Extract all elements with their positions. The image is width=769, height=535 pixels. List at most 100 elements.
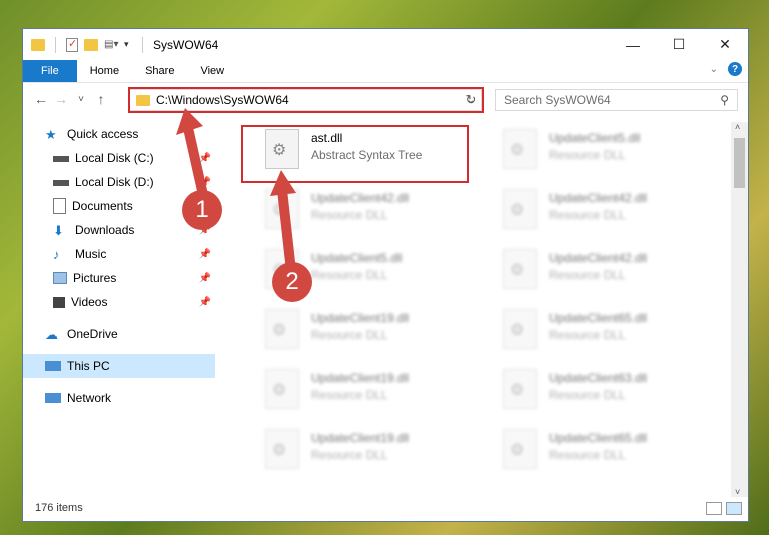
file-description: Resource DLL xyxy=(549,448,626,462)
list-item[interactable]: UpdateClient42.dll Resource DLL xyxy=(481,184,681,234)
pin-icon[interactable]: 📌 xyxy=(199,153,211,164)
chevron-down-icon[interactable]: ▾ xyxy=(124,39,132,51)
status-bar: 176 items xyxy=(23,495,748,521)
tab-share[interactable]: Share xyxy=(132,60,187,82)
back-button[interactable]: ← xyxy=(31,91,51,107)
sidebar-item-label: Downloads xyxy=(75,223,135,237)
videos-icon xyxy=(53,296,65,308)
recent-locations-button[interactable]: ˅ xyxy=(71,94,91,105)
tab-view[interactable]: View xyxy=(187,60,237,82)
list-item[interactable]: UpdateClient19.dll Resource DLL xyxy=(243,424,443,474)
sidebar-item-label: Pictures xyxy=(73,271,117,285)
list-item[interactable]: UpdateClient5.dll Resource DLL xyxy=(481,124,681,174)
dll-file-icon xyxy=(503,129,537,169)
step-1-badge: 1 xyxy=(182,190,222,230)
file-name: UpdateClient19.dll xyxy=(311,311,410,325)
minimize-button[interactable]: — xyxy=(610,29,656,60)
file-description: Resource DLL xyxy=(549,148,626,162)
sidebar-item-music[interactable]: ♪ Music 📌 xyxy=(23,242,215,266)
large-icons-view-icon[interactable] xyxy=(726,502,742,515)
scroll-up-icon[interactable]: ˄ xyxy=(735,122,740,132)
sidebar-item-videos[interactable]: Videos 📌 xyxy=(23,290,215,314)
scrollbar-thumb[interactable] xyxy=(734,138,745,188)
file-description: Resource DLL xyxy=(311,268,388,282)
file-name: UpdateClient19.dll xyxy=(311,431,410,445)
sidebar-item-local-disk-d[interactable]: Local Disk (D:) 📌 xyxy=(23,170,215,194)
dll-file-icon xyxy=(265,429,299,469)
maximize-button[interactable]: ☐ xyxy=(656,29,702,60)
dll-file-icon xyxy=(265,369,299,409)
sidebar-item-label: Local Disk (D:) xyxy=(75,175,154,189)
navigation-pane: ★ Quick access Local Disk (C:) 📌 Local D… xyxy=(23,122,215,492)
sidebar-item-this-pc[interactable]: This PC xyxy=(23,354,215,378)
pictures-icon xyxy=(53,272,67,284)
tab-home[interactable]: Home xyxy=(77,60,132,82)
properties-icon[interactable]: ✓ xyxy=(66,37,78,52)
sidebar-item-label: Quick access xyxy=(67,127,139,141)
sidebar-item-label: Local Disk (C:) xyxy=(75,151,154,165)
view-buttons xyxy=(706,502,742,515)
list-item[interactable]: UpdateClient42.dll Resource DLL xyxy=(243,184,443,234)
pin-icon[interactable]: 📌 xyxy=(199,177,211,188)
sidebar-item-quick-access[interactable]: ★ Quick access xyxy=(23,122,215,146)
file-name: UpdateClient65.dll xyxy=(549,431,648,445)
sidebar-item-network[interactable]: Network xyxy=(23,386,215,410)
close-button[interactable]: ✕ xyxy=(702,29,748,60)
download-icon: ⬇ xyxy=(53,223,64,238)
step-2-badge: 2 xyxy=(272,262,312,302)
file-description: Resource DLL xyxy=(549,268,626,282)
title-bar: ✓ ▤▾ ▾ SysWOW64 — ☐ ✕ xyxy=(23,29,748,60)
search-input[interactable]: Search SysWOW64 ⚲ xyxy=(495,89,738,111)
item-count: 176 items xyxy=(35,502,83,514)
sidebar-item-pictures[interactable]: Pictures 📌 xyxy=(23,266,215,290)
list-item[interactable]: UpdateClient42.dll Resource DLL xyxy=(481,244,681,294)
list-item[interactable]: UpdateClient19.dll Resource DLL xyxy=(243,364,443,414)
expand-ribbon-icon[interactable]: ⌄ xyxy=(710,64,718,75)
computer-icon xyxy=(45,361,61,371)
file-name: UpdateClient19.dll xyxy=(311,371,410,385)
file-description: Resource DLL xyxy=(311,388,388,402)
list-item[interactable]: UpdateClient63.dll Resource DLL xyxy=(481,364,681,414)
search-icon: ⚲ xyxy=(720,93,729,107)
tab-file[interactable]: File xyxy=(23,60,77,82)
pin-icon[interactable]: 📌 xyxy=(199,297,211,308)
window-title: SysWOW64 xyxy=(153,37,219,52)
dll-file-icon xyxy=(265,309,299,349)
sidebar-item-label: Network xyxy=(67,391,112,405)
music-icon: ♪ xyxy=(53,247,60,262)
navigation-bar: ← → ˅ ↑ C:\Windows\SysWOW64 ⌄ ↻ Search S… xyxy=(23,83,748,115)
file-name: UpdateClient42.dll xyxy=(311,191,410,205)
file-name: UpdateClient5.dll xyxy=(311,251,403,265)
vertical-scrollbar[interactable]: ˄ ˅ xyxy=(731,122,748,497)
sidebar-item-local-disk-c[interactable]: Local Disk (C:) 📌 xyxy=(23,146,215,170)
forward-button[interactable]: → xyxy=(51,91,71,107)
drive-icon xyxy=(53,180,69,186)
dll-file-icon xyxy=(503,429,537,469)
window-controls: — ☐ ✕ xyxy=(610,29,748,60)
customize-icon[interactable]: ▤▾ xyxy=(104,39,118,51)
pin-icon[interactable]: 📌 xyxy=(199,273,211,284)
sidebar-item-label: OneDrive xyxy=(67,327,118,341)
details-view-icon[interactable] xyxy=(706,502,722,515)
network-icon xyxy=(45,393,61,403)
dll-file-icon xyxy=(265,189,299,229)
list-item[interactable]: UpdateClient65.dll Resource DLL xyxy=(481,304,681,354)
pin-icon[interactable]: 📌 xyxy=(199,249,211,260)
search-placeholder: Search SysWOW64 xyxy=(504,93,611,107)
file-description: Resource DLL xyxy=(549,208,626,222)
help-icon[interactable]: ? xyxy=(728,62,742,76)
dll-file-icon xyxy=(503,189,537,229)
ribbon-tabs: File Home Share View ⌄ ? xyxy=(23,60,748,83)
file-name: UpdateClient65.dll xyxy=(549,311,648,325)
file-description: Resource DLL xyxy=(311,328,388,342)
file-name: UpdateClient42.dll xyxy=(549,191,648,205)
up-button[interactable]: ↑ xyxy=(91,91,111,107)
sidebar-item-label: Documents xyxy=(72,199,133,213)
dll-file-icon xyxy=(503,369,537,409)
folder-icon[interactable] xyxy=(31,38,45,51)
sidebar-item-onedrive[interactable]: ☁ OneDrive xyxy=(23,322,215,346)
list-item[interactable]: UpdateClient19.dll Resource DLL xyxy=(243,304,443,354)
file-highlight xyxy=(241,125,469,183)
new-folder-icon[interactable] xyxy=(84,38,98,51)
list-item[interactable]: UpdateClient65.dll Resource DLL xyxy=(481,424,681,474)
